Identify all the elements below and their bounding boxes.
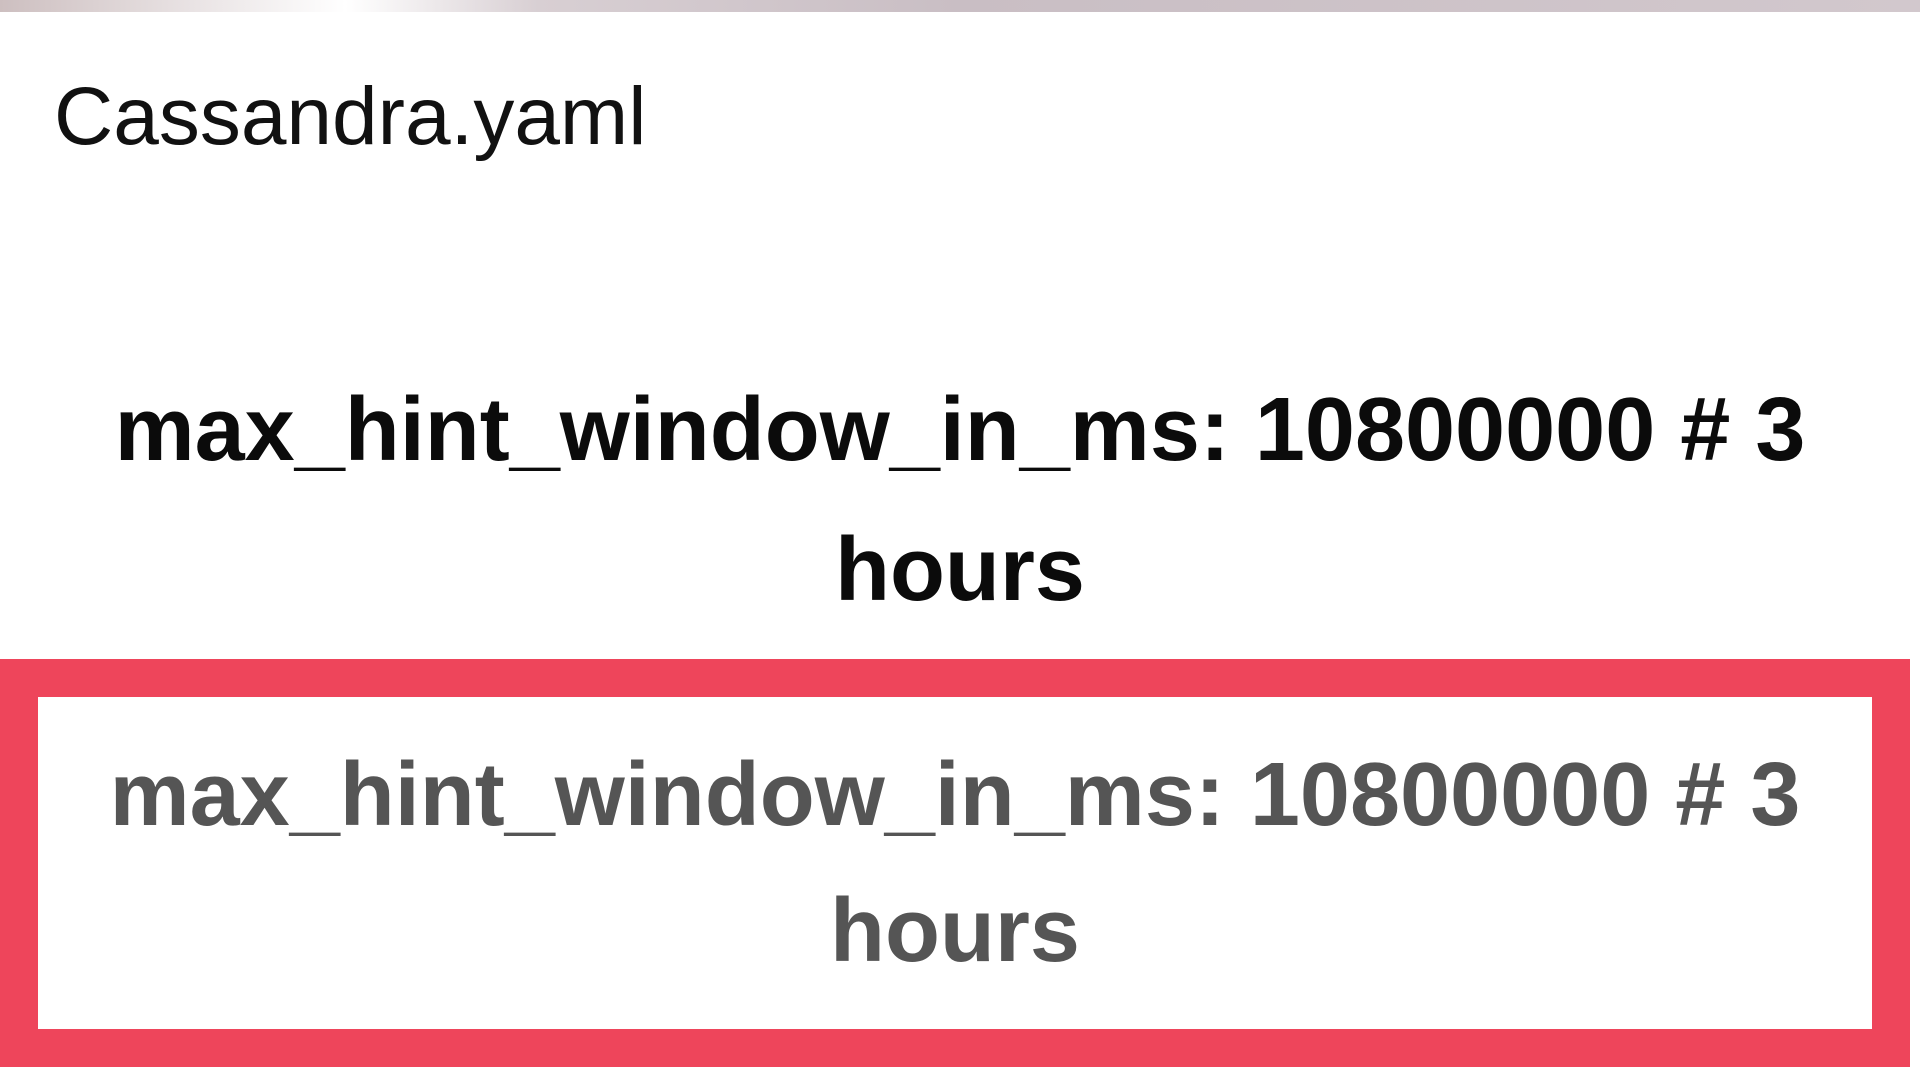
slide-frame: Cassandra.yaml max_hint_window_in_ms: 10… (0, 0, 1920, 1080)
file-name-title: Cassandra.yaml (54, 71, 647, 162)
config-setting-line: max_hint_window_in_ms: 10800000 # 3 hour… (114, 380, 1806, 620)
highlight-box: max_hint_window_in_ms: 10800000 # 3 hour… (0, 659, 1910, 1067)
top-image-strip (0, 0, 1920, 12)
highlighted-config-setting: max_hint_window_in_ms: 10800000 # 3 hour… (109, 745, 1801, 981)
